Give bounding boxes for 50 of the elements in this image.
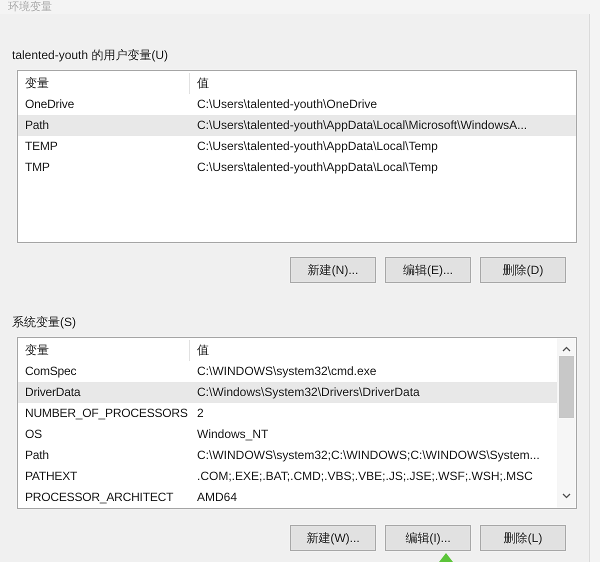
variable-row[interactable]: Path C:\Users\talented-youth\AppData\Local\Microsoft\WindowsA... — [18, 115, 576, 136]
variable-value: C:\WINDOWS\system32;C:\WINDOWS;C:\WINDOWS\System... — [196, 447, 540, 464]
variable-value: C:\Users\talented-youth\AppData\Local\Temp — [196, 159, 438, 176]
column-header[interactable]: 变量 — [18, 73, 190, 94]
variable-row[interactable]: OneDrive C:\Users\talented-youth\OneDrive — [18, 94, 576, 115]
variable-name: DriverData — [24, 384, 82, 401]
variable-value: C:\WINDOWS\system32\cmd.exe — [196, 363, 376, 380]
column-header[interactable]: 值 — [190, 73, 209, 94]
variable-name: NUMBER_OF_PROCESSORS — [24, 405, 189, 422]
dialog-button[interactable]: 删除(L) — [480, 525, 566, 551]
variable-value: AMD64 — [196, 489, 238, 506]
variable-value: C:\Windows\System32\Drivers\DriverData — [196, 384, 420, 401]
variable-name: ComSpec — [24, 363, 78, 380]
dialog-button[interactable]: 编辑(E)... — [385, 257, 471, 283]
variable-row[interactable]: ComSpec C:\WINDOWS\system32\cmd.exe — [18, 361, 557, 382]
dialog-button[interactable]: 新建(W)... — [290, 525, 376, 551]
variable-value: C:\Users\talented-youth\OneDrive — [196, 96, 378, 113]
variable-list[interactable] — [17, 70, 577, 243]
variable-value: C:\Users\talented-youth\AppData\Local\Temp — [196, 138, 438, 155]
section-label: talented-youth 的用户变量(U) — [11, 47, 170, 64]
scrollbar[interactable] — [557, 338, 576, 508]
dialog-button[interactable]: 删除(D) — [480, 257, 566, 283]
variable-list[interactable] — [17, 337, 577, 509]
variable-name: TMP — [24, 159, 51, 176]
variable-row[interactable]: Path C:\WINDOWS\system32;C:\WINDOWS;C:\WINDOWS\System... — [18, 445, 557, 466]
variable-name: PATHEXT — [24, 468, 78, 485]
variable-row[interactable]: PATHEXT .COM;.EXE;.BAT;.CMD;.VBS;.VBE;.JS;.JSE;.WSF;.WSH;.MSC — [18, 466, 557, 487]
variable-row[interactable]: PROCESSOR_ARCHITECT AMD64 — [18, 487, 557, 508]
dialog-button[interactable]: 新建(N)... — [290, 257, 376, 283]
dialog-button[interactable]: 编辑(I)... — [385, 525, 471, 551]
window-title: 环境变量 — [7, 0, 53, 14]
variable-name: PROCESSOR_ARCHITECT — [24, 489, 174, 506]
variable-row[interactable]: DriverData C:\Windows\System32\Drivers\DriverData — [18, 382, 557, 403]
variable-name: TEMP — [24, 138, 59, 155]
variable-value: C:\Users\talented-youth\AppData\Local\Microsoft\WindowsA... — [196, 117, 528, 134]
variable-row[interactable]: NUMBER_OF_PROCESSORS 2 — [18, 403, 557, 424]
variable-row[interactable]: OS Windows_NT — [18, 424, 557, 445]
variable-name: Path — [24, 117, 50, 134]
variable-value: 2 — [196, 405, 204, 422]
column-header[interactable]: 值 — [190, 340, 209, 361]
cursor-icon — [439, 553, 453, 562]
section-label: 系统变量(S) — [11, 314, 77, 331]
variable-name: Path — [24, 447, 50, 464]
variable-row[interactable]: TMP C:\Users\talented-youth\AppData\Local\Temp — [18, 157, 576, 178]
variable-name: OS — [24, 426, 43, 443]
variable-value: Windows_NT — [196, 426, 268, 443]
column-header[interactable]: 变量 — [18, 340, 190, 361]
variable-row[interactable]: TEMP C:\Users\talented-youth\AppData\Local\Temp — [18, 136, 576, 157]
variable-name: OneDrive — [24, 96, 76, 113]
variable-value: .COM;.EXE;.BAT;.CMD;.VBS;.VBE;.JS;.JSE;.WSF;.WSH;.MSC — [196, 468, 533, 485]
